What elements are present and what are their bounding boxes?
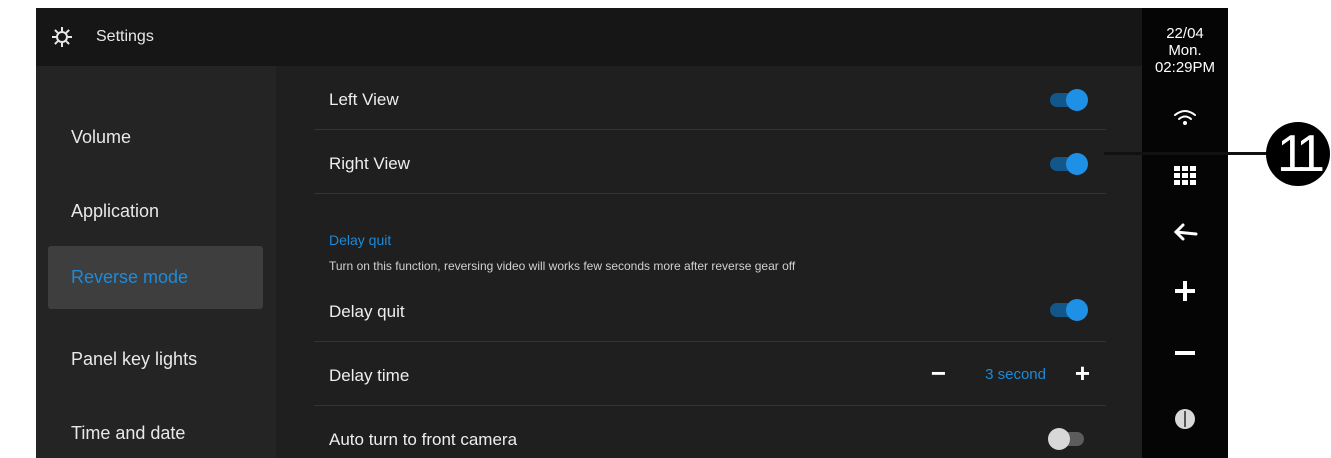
- setting-label: Delay time: [329, 366, 410, 385]
- delay-time-value: 3 second: [985, 366, 1046, 383]
- settings-screen: Settings Volume Application Reverse mode…: [36, 8, 1142, 458]
- decrease-button[interactable]: −: [931, 358, 946, 389]
- sidebar-item-label: Application: [71, 201, 160, 221]
- day-text: Mon.: [1168, 42, 1202, 59]
- toggle-knob: [1066, 89, 1088, 111]
- time-text: 02:29PM: [1154, 59, 1216, 76]
- wifi-icon[interactable]: [1170, 106, 1200, 130]
- volume-down-icon[interactable]: [1170, 341, 1200, 365]
- sidebar-item-reverse-mode[interactable]: Reverse mode: [48, 246, 263, 309]
- delay-quit-toggle[interactable]: [1050, 299, 1088, 321]
- back-arrow-icon[interactable]: [1170, 220, 1200, 244]
- apps-grid-icon[interactable]: [1170, 163, 1200, 187]
- right-view-toggle[interactable]: [1050, 153, 1088, 175]
- power-icon[interactable]: [1170, 407, 1200, 431]
- toggle-knob: [1066, 299, 1088, 321]
- setting-row-delay-quit[interactable]: Delay quit: [314, 278, 1106, 342]
- callout-number: 11: [1277, 125, 1325, 183]
- callout-number-badge: 11: [1266, 122, 1330, 186]
- page-title: Settings: [96, 28, 154, 45]
- toggle-knob: [1048, 428, 1070, 450]
- toggle-knob: [1066, 153, 1088, 175]
- left-view-toggle[interactable]: [1050, 89, 1088, 111]
- setting-label: Left View: [329, 90, 399, 109]
- gear-icon[interactable]: [50, 25, 74, 49]
- date-text: 22/04: [1166, 25, 1204, 42]
- sidebar-item-label: Reverse mode: [71, 267, 189, 287]
- section-description: Turn on this function, reversing video w…: [329, 259, 796, 273]
- title-bar: Settings: [36, 8, 1142, 66]
- settings-content: Left View Right View Delay quit Turn on …: [314, 66, 1106, 458]
- sidebar-item-label: Panel key lights: [71, 349, 198, 369]
- volume-up-icon[interactable]: [1170, 279, 1200, 303]
- setting-row-left-view[interactable]: Left View: [314, 66, 1106, 130]
- auto-front-camera-toggle[interactable]: [1048, 428, 1088, 450]
- status-side-bar: 22/04 Mon. 02:29PM: [1142, 8, 1228, 458]
- setting-label: Right View: [329, 154, 410, 173]
- setting-row-auto-front-camera[interactable]: Auto turn to front camera: [314, 406, 1106, 458]
- callout-line: [1104, 152, 1274, 155]
- sidebar-item-label: Volume: [71, 127, 132, 147]
- setting-label: Auto turn to front camera: [329, 430, 518, 449]
- sidebar-item-time-and-date[interactable]: Time and date: [48, 402, 263, 458]
- setting-row-right-view[interactable]: Right View: [314, 130, 1106, 194]
- increase-button[interactable]: +: [1075, 358, 1090, 389]
- sidebar-item-label: Time and date: [71, 423, 186, 443]
- sidebar-item-panel-key-lights[interactable]: Panel key lights: [48, 328, 263, 391]
- sidebar-item-volume[interactable]: Volume: [48, 106, 263, 169]
- section-title-delay-quit: Delay quit: [329, 232, 392, 248]
- sidebar-item-application[interactable]: Application: [48, 180, 263, 243]
- sidebar: Volume Application Reverse mode Panel ke…: [36, 66, 276, 458]
- setting-row-delay-time: Delay time − 3 second +: [314, 342, 1106, 406]
- setting-label: Delay quit: [329, 302, 405, 321]
